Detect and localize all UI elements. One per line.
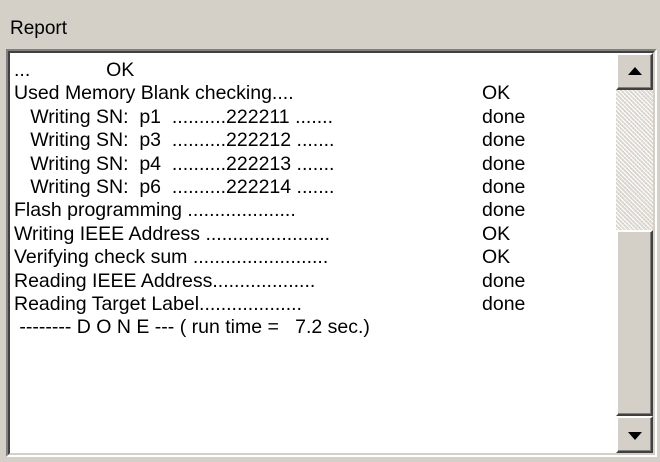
scroll-down-button[interactable] <box>616 416 653 453</box>
report-text-area[interactable]: ... OK Used Memory Blank checking.... OK … <box>14 59 613 453</box>
report-line-text: ... OK <box>14 59 135 81</box>
report-line-text: Writing SN: p4 ..........222213 ....... <box>14 152 335 175</box>
vertical-scrollbar[interactable] <box>616 53 653 453</box>
report-line: Writing SN: p6 ..........222214 ....... d… <box>14 176 613 199</box>
report-line-status: OK <box>482 82 511 105</box>
report-line-status: done <box>482 292 526 315</box>
report-textbox[interactable]: ... OK Used Memory Blank checking.... OK … <box>6 49 657 457</box>
report-line-text: Reading IEEE Address................... <box>14 269 316 292</box>
report-line: Reading Target Label................... d… <box>14 293 613 316</box>
report-line-status: OK <box>482 246 511 269</box>
report-line: Verifying check sum ....................… <box>14 246 613 269</box>
arrow-up-icon <box>627 66 642 75</box>
report-line: Used Memory Blank checking.... OK <box>14 82 613 105</box>
report-line-text: Reading Target Label................... <box>14 292 302 315</box>
scroll-up-button[interactable] <box>616 53 653 90</box>
report-line-text: Used Memory Blank checking.... <box>14 82 294 105</box>
report-line: Writing IEEE Address ...................… <box>14 223 613 246</box>
report-line-text: Writing SN: p1 ..........222211 ....... <box>14 105 333 128</box>
report-line-status: done <box>482 152 526 175</box>
report-line-text: Writing SN: p6 ..........222214 ....... <box>14 175 335 198</box>
report-line-text: Writing IEEE Address ...................… <box>14 222 331 245</box>
report-line: Writing SN: p1 ..........222211 ....... d… <box>14 106 613 129</box>
report-line-status: done <box>482 105 526 128</box>
scroll-thumb[interactable] <box>616 230 653 416</box>
report-label: Report <box>10 18 68 39</box>
report-line-text: Writing SN: p3 ..........222212 ....... <box>14 129 335 152</box>
report-line-status: done <box>482 269 526 292</box>
report-line: Writing SN: p4 ..........222213 ....... d… <box>14 153 613 176</box>
report-line-text: Flash programming .................... <box>14 199 296 222</box>
report-textbox-inner: ... OK Used Memory Blank checking.... OK … <box>8 51 655 455</box>
arrow-down-icon <box>627 431 642 440</box>
report-line-status: done <box>482 175 526 198</box>
report-line: ... OK <box>14 59 613 82</box>
report-line-status: done <box>482 199 526 222</box>
report-line: -------- D O N E --- ( run time = 7.2 se… <box>14 316 613 339</box>
report-line-text: -------- D O N E --- ( run time = 7.2 se… <box>14 316 370 339</box>
report-line-status: done <box>482 129 526 152</box>
report-line-text: Verifying check sum ....................… <box>14 246 329 269</box>
report-line: Reading IEEE Address................... d… <box>14 270 613 293</box>
report-line: Flash programming .................... do… <box>14 199 613 222</box>
report-line: Writing SN: p3 ..........222212 ....... d… <box>14 129 613 152</box>
report-line-status: OK <box>482 222 511 245</box>
